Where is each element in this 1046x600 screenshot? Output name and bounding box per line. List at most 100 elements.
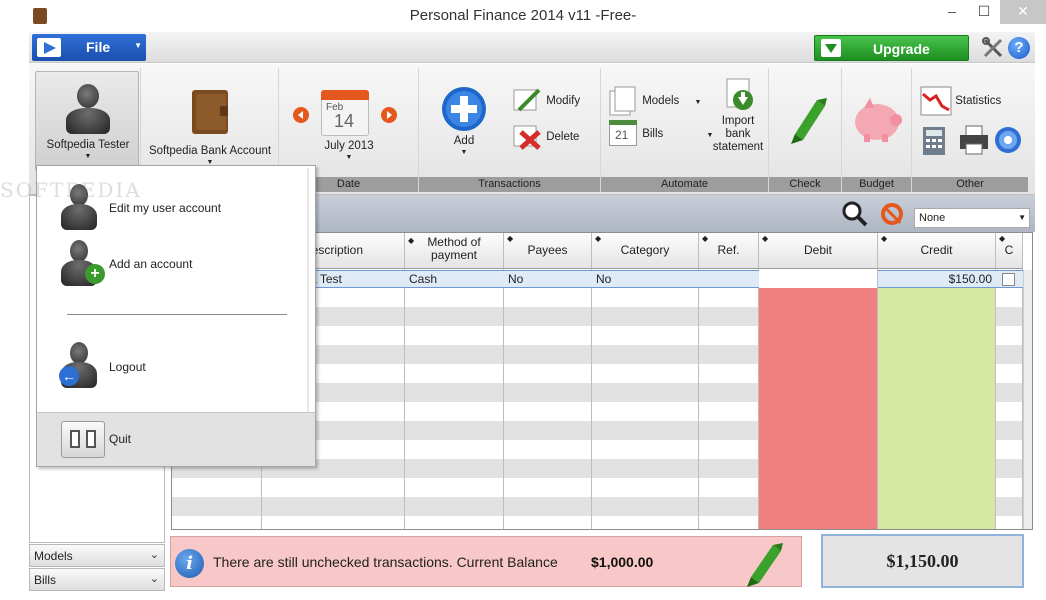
chevron-down-icon: ▼ (694, 99, 702, 107)
cell-method: Cash (409, 272, 438, 286)
search-icon[interactable] (842, 201, 868, 227)
calculator-icon[interactable] (922, 126, 946, 156)
download-icon (821, 39, 841, 57)
chevron-down-icon: ▼ (1018, 213, 1026, 222)
group-label-other: Other (912, 177, 1028, 192)
sort-icon: ◆ (999, 234, 1006, 243)
tools-icon[interactable] (982, 37, 1004, 59)
chevron-down-icon: ▼ (460, 149, 468, 156)
ribbon-group-other: Statistics Other (912, 68, 1028, 192)
user-button[interactable]: Softpedia Tester ▼ (35, 71, 139, 171)
ribbon-group-budget: Budget (842, 68, 912, 192)
quit-label: Quit (109, 432, 132, 446)
upgrade-label: Upgrade (873, 41, 930, 57)
menu-item-label: Add an account (109, 257, 193, 271)
window-title: Personal Finance 2014 v11 -Free- (409, 7, 637, 24)
quit-button[interactable] (61, 421, 105, 458)
upgrade-button[interactable]: Upgrade (814, 35, 969, 61)
column-header-ref[interactable]: ◆ Ref. (699, 233, 759, 269)
cell-credit: $150.00 (948, 272, 992, 286)
sort-icon: ◆ (702, 234, 709, 243)
edit-icon (513, 88, 541, 112)
watermark: SOFTPEDIA (0, 178, 142, 202)
balance-display: $1,150.00 (821, 534, 1024, 588)
status-bar: i There are still unchecked transactions… (170, 536, 802, 587)
account-button[interactable]: Softpedia Bank Account ▼ (141, 88, 279, 166)
file-menu-button[interactable]: File ▼ (32, 34, 146, 61)
sidebar-item-label: Models (34, 549, 73, 563)
models-label: Models (642, 95, 680, 108)
help-icon[interactable]: ? (1008, 37, 1030, 59)
cell-ref (699, 271, 759, 287)
status-message: There are still unchecked transactions. … (213, 554, 558, 570)
ribbon-group-check: Check (769, 68, 842, 192)
filter-value: None (919, 212, 946, 224)
sort-icon: ◆ (762, 234, 769, 243)
menu-item-label: Logout (109, 360, 146, 374)
sidebar-item-models[interactable]: Models ⌄ (29, 544, 165, 567)
cell-payees: No (508, 272, 524, 286)
plus-icon (442, 87, 486, 131)
calendar-day: 14 (334, 111, 355, 131)
account-label: Softpedia Bank Account (148, 145, 272, 157)
column-header-method[interactable]: ◆ Method of payment (405, 233, 504, 269)
ribbon-group-automate: Models ▼ 21 Bills ▼ Import bank statemen… (601, 68, 769, 192)
next-month-icon[interactable] (381, 107, 397, 123)
bills-button[interactable]: 21 Bills ▼ (609, 120, 713, 148)
vertical-scrollbar[interactable] (1023, 270, 1032, 529)
group-label-check: Check (769, 177, 841, 192)
maximize-button[interactable]: ☐ (968, 0, 1000, 24)
info-icon: i (175, 549, 204, 578)
models-button[interactable]: Models ▼ (609, 86, 701, 116)
delete-icon (513, 125, 541, 150)
column-header-credit[interactable]: ◆ Credit (878, 233, 996, 269)
menu-item-add-account[interactable]: + Add an account (51, 240, 301, 290)
add-label: Add (453, 135, 475, 147)
close-button[interactable]: ✕ (1000, 0, 1046, 24)
menu-footer: Quit (37, 412, 315, 466)
column-header-category[interactable]: ◆ Category (592, 233, 699, 269)
chevron-down-icon: ▼ (134, 41, 142, 50)
checked-checkbox[interactable] (1002, 273, 1015, 286)
printer-icon[interactable] (958, 124, 990, 156)
cell-category: No (596, 272, 612, 286)
filter-select[interactable]: None ▼ (914, 208, 1030, 228)
chevron-down-icon: ⌄ (149, 573, 159, 585)
modify-button[interactable]: Modify (513, 88, 580, 114)
bills-day: 21 (615, 128, 629, 142)
chevron-down-icon: ▼ (84, 153, 92, 160)
minimize-button[interactable]: – (936, 0, 968, 24)
piggy-bank-icon[interactable] (850, 96, 904, 144)
column-header-debit[interactable]: ◆ Debit (759, 233, 878, 269)
user-icon (66, 84, 110, 134)
menu-item-logout[interactable]: ← Logout (51, 342, 301, 392)
cell-debit (759, 271, 878, 287)
modify-label: Modify (546, 95, 581, 108)
add-transaction-button[interactable]: Add ▼ (437, 86, 491, 156)
highlighter-icon[interactable] (739, 539, 787, 587)
menu-bar: File ▼ Upgrade ? (29, 32, 1035, 63)
user-label: Softpedia Tester (46, 139, 130, 151)
previous-month-icon[interactable] (293, 107, 309, 123)
web-globe-icon[interactable] (994, 126, 1022, 154)
statistics-button[interactable]: Statistics (920, 86, 1001, 116)
sort-icon: ◆ (507, 234, 514, 243)
column-header-payees[interactable]: ◆ Payees (504, 233, 592, 269)
delete-button[interactable]: Delete (513, 124, 579, 150)
date-picker-button[interactable]: July 2013 ▼ (279, 140, 419, 161)
title-bar: Personal Finance 2014 v11 -Free- – ☐ ✕ (0, 0, 1046, 32)
import-statement-button[interactable]: Import bank statement (711, 78, 765, 154)
clear-filter-icon[interactable] (881, 203, 903, 225)
sidebar-item-bills[interactable]: Bills ⌄ (29, 568, 165, 591)
group-label-automate: Automate (601, 177, 768, 192)
file-label: File (86, 39, 111, 55)
menu-scrollbar (307, 168, 309, 412)
column-header-checked[interactable]: ◆ C (996, 233, 1023, 269)
models-icon (609, 86, 636, 116)
import-icon (726, 78, 753, 110)
import-label: Import bank statement (712, 115, 764, 153)
menu-item-label: Edit my user account (109, 201, 222, 215)
statistics-icon (920, 86, 952, 116)
highlighter-icon[interactable] (781, 94, 829, 146)
current-balance: $1,000.00 (591, 554, 654, 570)
